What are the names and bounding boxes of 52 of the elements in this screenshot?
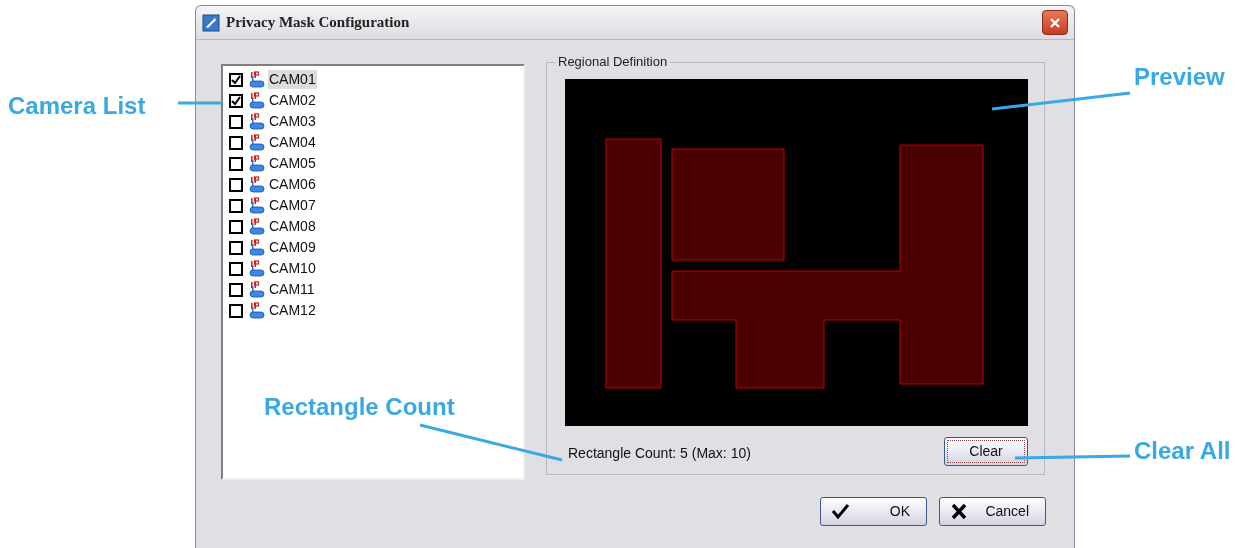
ip-camera-icon — [249, 302, 265, 319]
camera-item[interactable]: CAM10 — [268, 259, 317, 278]
ip-camera-icon — [249, 92, 265, 109]
ip-camera-icon — [249, 197, 265, 214]
ip-camera-icon — [249, 113, 265, 130]
checkbox[interactable] — [229, 156, 243, 171]
camera-item[interactable]: CAM07 — [268, 196, 317, 215]
check-icon — [831, 502, 850, 521]
checkbox[interactable] — [229, 114, 243, 129]
ip-camera-icon — [249, 218, 265, 235]
ip-camera-icon — [249, 260, 265, 277]
checkbox[interactable] — [229, 93, 243, 108]
cancel-button[interactable]: Cancel — [939, 497, 1046, 526]
ip-camera-icon — [249, 176, 265, 193]
checkbox[interactable] — [229, 198, 243, 213]
camera-item[interactable]: CAM09 — [268, 238, 317, 257]
rectangle-count-text: Rectangle Count: 5 (Max: 10) — [568, 444, 751, 463]
checkbox[interactable] — [229, 72, 243, 87]
camera-item[interactable]: CAM02 — [268, 91, 317, 110]
clear-button[interactable]: Clear — [944, 437, 1028, 466]
camera-item[interactable]: CAM01 — [268, 70, 317, 89]
group-title: Regional Definition — [555, 54, 671, 70]
ip-camera-icon — [249, 155, 265, 172]
window-icon — [202, 13, 220, 32]
callout-label: Clear All — [1134, 436, 1231, 466]
checkbox[interactable] — [229, 282, 243, 297]
checkbox[interactable] — [229, 219, 243, 234]
camera-item[interactable]: CAM11 — [268, 280, 316, 299]
close-icon — [1049, 16, 1061, 29]
camera-item[interactable]: CAM08 — [268, 217, 317, 236]
checkbox[interactable] — [229, 261, 243, 276]
checkbox[interactable] — [229, 135, 243, 150]
ip-camera-icon — [249, 134, 265, 151]
camera-item[interactable]: CAM12 — [268, 301, 317, 320]
callout-label: Rectangle Count — [264, 392, 455, 422]
leader-line — [178, 101, 223, 105]
ip-camera-icon — [249, 239, 265, 256]
ip-camera-icon — [249, 281, 265, 298]
camera-item[interactable]: CAM04 — [268, 133, 317, 152]
close-button[interactable] — [1042, 10, 1068, 35]
callout-label: Camera List — [8, 91, 146, 121]
window-title: Privacy Mask Configuration — [226, 13, 410, 33]
camera-item[interactable]: CAM06 — [268, 175, 317, 194]
callout-label: Preview — [1134, 62, 1225, 92]
checkbox[interactable] — [229, 177, 243, 192]
camera-item[interactable]: CAM05 — [268, 154, 317, 173]
camera-item[interactable]: CAM03 — [268, 112, 317, 131]
checkbox[interactable] — [229, 240, 243, 255]
cross-icon — [950, 502, 969, 521]
ok-button[interactable]: OK — [820, 497, 927, 526]
ip-camera-icon — [249, 71, 265, 88]
checkbox[interactable] — [229, 303, 243, 318]
